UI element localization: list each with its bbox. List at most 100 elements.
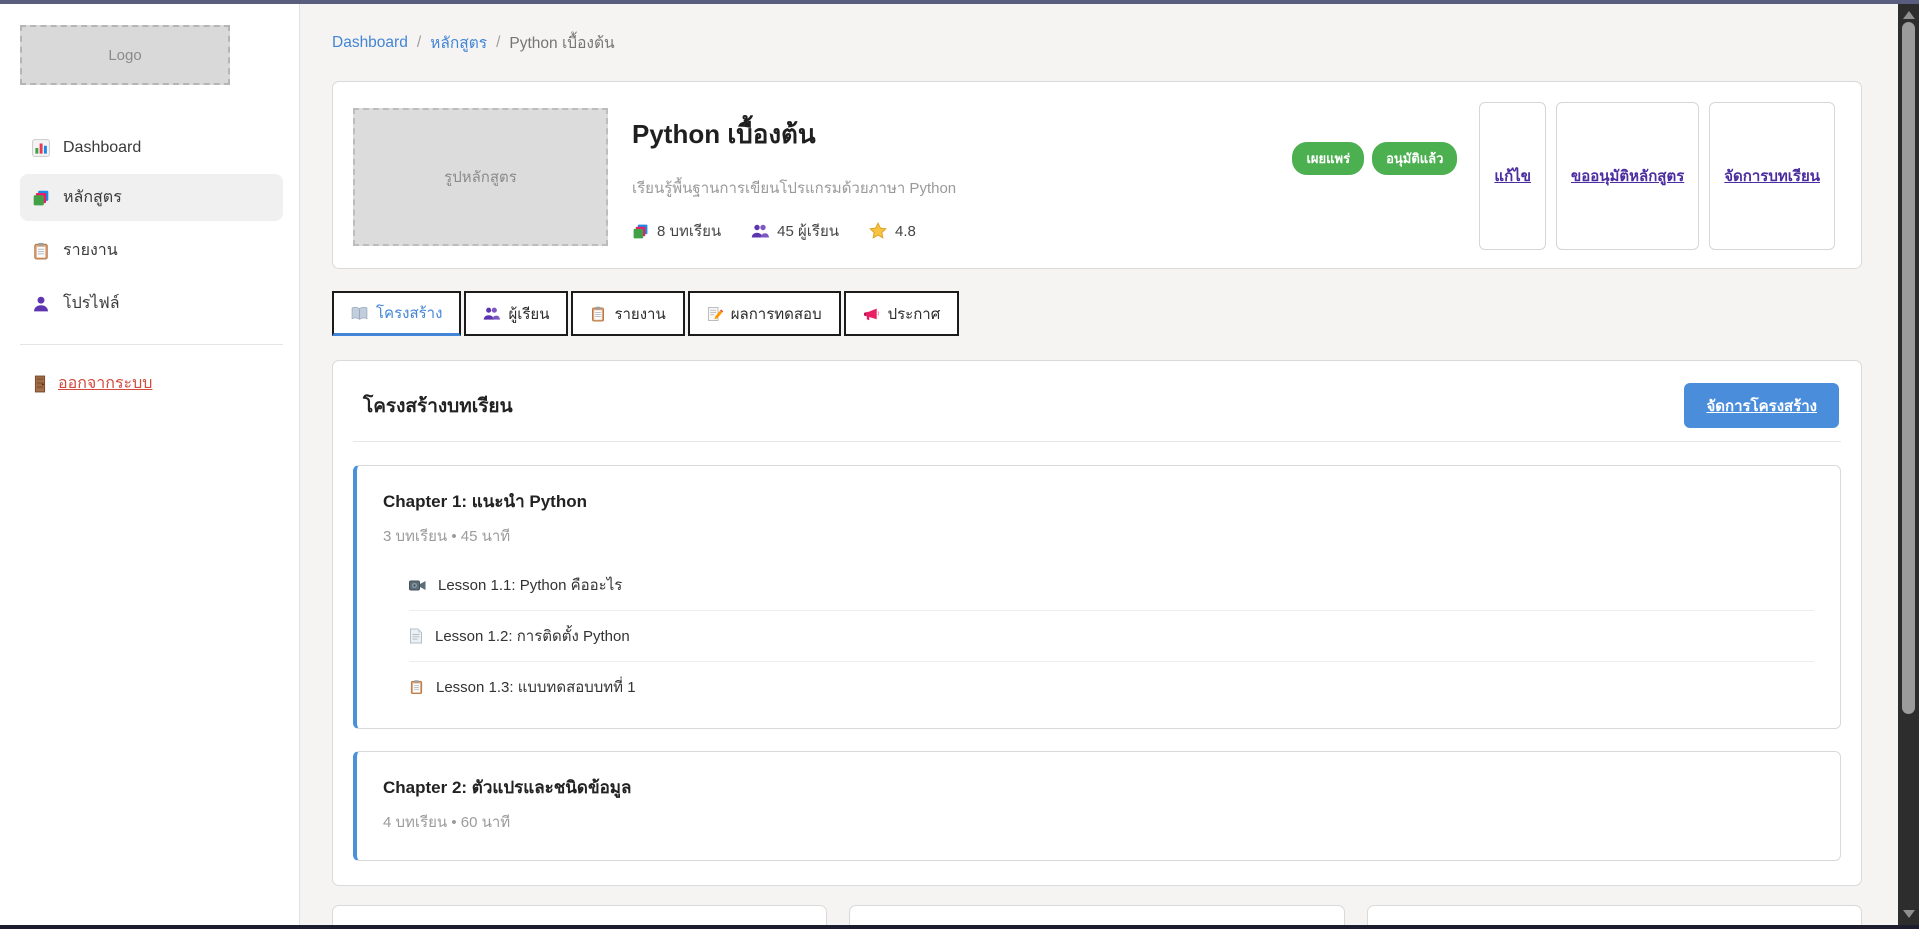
course-title: Python เบื้องต้น	[632, 114, 1292, 155]
person-icon	[32, 295, 50, 313]
sidebar-item-dashboard[interactable]: Dashboard	[20, 128, 283, 168]
scrollbar-thumb[interactable]	[1902, 22, 1915, 714]
course-header-card: รูปหลักสูตร Python เบื้องต้น เรียนรู้พื้…	[332, 81, 1862, 269]
chapter-meta: 3 บทเรียน • 45 นาที	[383, 524, 1814, 548]
chapter-title: Chapter 2: ตัวแปรและชนิดข้อมูล	[383, 774, 1814, 801]
scrollbar-up-arrow[interactable]	[1903, 11, 1915, 19]
tab-announcements[interactable]: ประกาศ	[844, 291, 960, 336]
vertical-scrollbar[interactable]	[1898, 4, 1919, 925]
megaphone-icon	[863, 306, 880, 322]
structure-card: โครงสร้างบทเรียน จัดการโครงสร้าง Chapter…	[332, 360, 1862, 886]
tab-label: รายงาน	[614, 302, 665, 326]
bottom-card-row	[332, 905, 1862, 925]
bottom-card-3	[1367, 905, 1862, 925]
stat-students: 45 ผู้เรียน	[751, 219, 839, 243]
lesson-row-1-3[interactable]: Lesson 1.3: แบบทดสอบบทที่ 1	[409, 662, 1814, 712]
chapter-card-1[interactable]: Chapter 1: แนะนำ Python 3 บทเรียน • 45 น…	[353, 465, 1841, 729]
edit-course-button[interactable]: แก้ไข	[1479, 102, 1546, 250]
lesson-row-1-2[interactable]: Lesson 1.2: การติดตั้ง Python	[409, 611, 1814, 662]
sidebar-item-label: โปรไฟล์	[63, 291, 120, 316]
bottom-card-2	[849, 905, 1344, 925]
tab-label: ผู้เรียน	[508, 302, 549, 326]
clipboard-icon	[32, 242, 50, 260]
stat-rating-value: 4.8	[895, 223, 916, 240]
main-content: Dashboard / หลักสูตร / Python เบื้องต้น …	[300, 4, 1898, 925]
tab-students[interactable]: ผู้เรียน	[464, 291, 568, 336]
lesson-title: Lesson 1.1: Python คืออะไร	[438, 573, 622, 597]
tab-label: ประกาศ	[888, 302, 941, 326]
status-badge-published: เผยแพร่	[1292, 142, 1364, 175]
course-image-label: รูปหลักสูตร	[444, 165, 517, 189]
bar-chart-icon	[32, 139, 50, 157]
bottom-card-1	[332, 905, 827, 925]
people-icon	[751, 223, 769, 239]
chapter-card-2[interactable]: Chapter 2: ตัวแปรและชนิดข้อมูล 4 บทเรียน…	[353, 751, 1841, 861]
logout-label: ออกจากระบบ	[58, 371, 152, 396]
logo-label: Logo	[108, 47, 141, 64]
sidebar-item-profile[interactable]: โปรไฟล์	[20, 280, 283, 327]
structure-title: โครงสร้างบทเรียน	[363, 391, 513, 421]
manage-structure-button[interactable]: จัดการโครงสร้าง	[1684, 383, 1839, 428]
tab-reports[interactable]: รายงาน	[571, 291, 684, 336]
breadcrumb-separator: /	[487, 34, 509, 52]
lesson-title: Lesson 1.2: การติดตั้ง Python	[435, 624, 630, 648]
open-book-icon	[351, 306, 368, 321]
bottom-edge-bar	[0, 925, 1919, 929]
status-badges: เผยแพร่ อนุมัติแล้ว	[1292, 142, 1457, 175]
course-info: Python เบื้องต้น เรียนรู้พื้นฐานการเขียน…	[632, 108, 1292, 244]
books-icon	[32, 189, 50, 207]
sidebar: Logo Dashboard หลักสูตร	[0, 4, 300, 925]
lesson-row-1-1[interactable]: Lesson 1.1: Python คืออะไร	[409, 560, 1814, 611]
chapter-meta: 4 บทเรียน • 60 นาที	[383, 810, 1814, 834]
edit-course-label: แก้ไข	[1494, 164, 1531, 188]
star-icon	[869, 222, 887, 240]
clipboard-icon	[409, 679, 424, 695]
breadcrumb-separator: /	[408, 34, 430, 52]
request-approval-button[interactable]: ขออนุมัติหลักสูตร	[1556, 102, 1699, 250]
scrollbar-down-arrow[interactable]	[1903, 910, 1915, 918]
stat-lessons-value: 8 บทเรียน	[657, 219, 721, 243]
sidebar-item-courses[interactable]: หลักสูตร	[20, 174, 283, 221]
course-stats: 8 บทเรียน 45 ผู้เรียน 4.8	[632, 219, 1292, 243]
manage-lessons-label: จัดการบทเรียน	[1724, 164, 1820, 188]
breadcrumb: Dashboard / หลักสูตร / Python เบื้องต้น	[332, 30, 1862, 55]
tab-structure[interactable]: โครงสร้าง	[332, 291, 461, 336]
sidebar-nav: Dashboard หลักสูตร รายงาน	[20, 125, 283, 330]
course-image-placeholder: รูปหลักสูตร	[353, 108, 608, 246]
stat-rating: 4.8	[869, 222, 916, 240]
clipboard-icon	[590, 306, 606, 322]
request-approval-label: ขออนุมัติหลักสูตร	[1571, 164, 1684, 188]
breadcrumb-link-dashboard[interactable]: Dashboard	[332, 34, 408, 52]
sidebar-item-label: รายงาน	[63, 238, 118, 263]
logo-placeholder: Logo	[20, 25, 230, 85]
lesson-title: Lesson 1.3: แบบทดสอบบทที่ 1	[436, 675, 636, 699]
status-badge-approved: อนุมัติแล้ว	[1372, 142, 1457, 175]
top-accent-bar	[0, 0, 1919, 4]
logout-link[interactable]: ออกจากระบบ	[32, 371, 152, 396]
sidebar-item-reports[interactable]: รายงาน	[20, 227, 283, 274]
course-tabs: โครงสร้าง ผู้เรียน รายงาน	[332, 291, 1862, 336]
breadcrumb-current: Python เบื้องต้น	[509, 30, 614, 55]
manage-lessons-button[interactable]: จัดการบทเรียน	[1709, 102, 1835, 250]
stat-lessons: 8 บทเรียน	[632, 219, 721, 243]
app-window: Logo Dashboard หลักสูตร	[0, 0, 1919, 929]
tab-label: โครงสร้าง	[376, 301, 442, 325]
chapter-list: Chapter 1: แนะนำ Python 3 บทเรียน • 45 น…	[353, 465, 1841, 861]
structure-divider	[353, 441, 1841, 442]
lesson-list: Lesson 1.1: Python คืออะไร Lesson 1.2: ก…	[409, 560, 1814, 712]
tab-label: ผลการทดสอบ	[731, 302, 822, 326]
course-actions: แก้ไข ขออนุมัติหลักสูตร จัดการบทเรียน	[1479, 102, 1835, 250]
breadcrumb-link-courses[interactable]: หลักสูตร	[430, 30, 487, 55]
course-description: เรียนรู้พื้นฐานการเขียนโปรแกรมด้วยภาษา P…	[632, 176, 1292, 200]
tab-test-results[interactable]: ผลการทดสอบ	[688, 291, 841, 336]
sidebar-item-label: หลักสูตร	[63, 185, 122, 210]
stat-students-value: 45 ผู้เรียน	[777, 219, 839, 243]
structure-header: โครงสร้างบทเรียน จัดการโครงสร้าง	[353, 383, 1841, 428]
people-icon	[483, 306, 500, 321]
memo-pencil-icon	[707, 306, 723, 322]
sidebar-divider	[20, 344, 283, 345]
video-camera-icon	[409, 578, 426, 593]
document-icon	[409, 628, 423, 644]
chapter-title: Chapter 1: แนะนำ Python	[383, 488, 1814, 515]
sidebar-item-label: Dashboard	[63, 139, 141, 157]
